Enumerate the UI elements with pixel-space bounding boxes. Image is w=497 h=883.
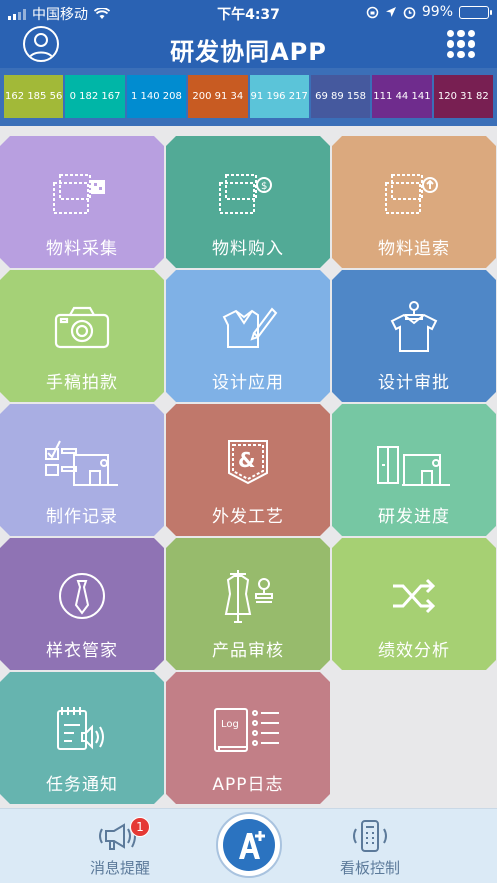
material-trace-icon <box>385 174 438 214</box>
nav-bar: 研发协同APP <box>0 24 497 68</box>
svg-text:&: & <box>238 448 255 472</box>
tile-label: 绩效分析 <box>378 641 450 661</box>
center-home-button[interactable] <box>216 809 282 879</box>
design-apply-icon <box>222 307 278 348</box>
svg-text:$: $ <box>261 181 267 192</box>
material-collect-icon <box>53 174 105 214</box>
app-logo-icon <box>216 812 282 878</box>
sewing-progress-icon <box>377 446 450 486</box>
bottom-tab-bar: 1 消息提醒 看板控制 <box>0 808 497 883</box>
log-book-icon: Log <box>214 708 279 752</box>
tile-label: 设计审批 <box>378 373 450 393</box>
tile-label: 产品审核 <box>212 641 284 661</box>
tile-label: 任务通知 <box>46 775 118 795</box>
tab-label: 看板控制 <box>339 859 400 877</box>
tile-label: 手稿拍款 <box>46 373 118 393</box>
camera-icon <box>54 306 110 349</box>
tile-label: 物料购入 <box>212 239 284 259</box>
tile-label: 设计应用 <box>212 373 284 393</box>
color-swatch: 69 89 158 <box>310 75 371 118</box>
tile-design-approve[interactable]: 设计审批 <box>332 270 496 402</box>
tile-outsourced-process[interactable]: & 外发工艺 <box>166 404 330 536</box>
tile-material-purchase[interactable]: $ 物料购入 <box>166 136 330 268</box>
tile-design-apply[interactable]: 设计应用 <box>166 270 330 402</box>
page-title: 研发协同APP <box>170 38 327 66</box>
tile-material-trace[interactable]: 物料追索 <box>332 136 496 268</box>
tile-task-notice[interactable]: 任务通知 <box>0 672 164 804</box>
notepad-speaker-icon <box>57 707 104 750</box>
battery-percent: 99% <box>421 4 453 20</box>
tile-label: 物料采集 <box>46 239 118 259</box>
tile-sketch-photo[interactable]: 手稿拍款 <box>0 270 164 402</box>
tile-production-record[interactable]: 制作记录 <box>0 404 164 536</box>
location-icon <box>385 7 396 17</box>
tile-label: 研发进度 <box>378 507 450 527</box>
tab-label: 消息提醒 <box>89 859 150 877</box>
message-badge: 1 <box>130 817 150 837</box>
tile-product-review[interactable]: 产品审核 <box>166 538 330 670</box>
color-swatch: 162 185 56 <box>4 75 64 118</box>
mannequin-stamp-icon <box>224 570 273 623</box>
battery-icon <box>459 5 492 19</box>
tile-sample-steward[interactable]: 样衣管家 <box>0 538 164 670</box>
rotation-lock-icon <box>366 6 379 18</box>
tile-rd-progress[interactable]: 研发进度 <box>332 404 496 536</box>
tile-label: 物料追索 <box>378 239 450 259</box>
tile-label: APP日志 <box>212 775 284 795</box>
tab-messages[interactable]: 1 消息提醒 <box>60 817 180 878</box>
design-approve-icon <box>390 301 438 352</box>
status-bar: 中国移动 下午4:37 99% <box>0 0 497 24</box>
color-swatch: 0 182 167 <box>65 75 125 118</box>
sewing-checklist-icon <box>45 440 118 486</box>
tile-material-collect[interactable]: 物料采集 <box>0 136 164 268</box>
tab-board-control[interactable]: 看板控制 <box>310 819 430 878</box>
svg-text:Log: Log <box>221 719 239 730</box>
shuffle-icon <box>393 578 436 614</box>
color-swatch: 111 44 141 <box>372 75 432 118</box>
tile-performance-analysis[interactable]: 绩效分析 <box>332 538 496 670</box>
pocket-icon: & <box>228 440 268 485</box>
color-swatch: 91 196 217 <box>249 75 309 118</box>
tile-label: 外发工艺 <box>212 507 284 527</box>
grid-menu-icon[interactable] <box>447 30 475 58</box>
alarm-icon <box>403 6 416 19</box>
tie-icon <box>59 573 105 619</box>
color-swatch: 200 91 34 <box>188 75 248 118</box>
tile-label: 制作记录 <box>46 507 118 527</box>
remote-control-icon <box>353 820 387 852</box>
color-swatch: 1 140 208 <box>126 75 187 118</box>
color-swatch-strip: 162 185 56 0 182 167 1 140 208 200 91 34… <box>0 68 497 126</box>
material-purchase-icon: $ <box>219 174 272 214</box>
color-swatch: 120 31 82 <box>433 75 493 118</box>
tile-label: 样衣管家 <box>46 641 118 661</box>
tile-app-log[interactable]: Log APP日志 <box>166 672 330 804</box>
